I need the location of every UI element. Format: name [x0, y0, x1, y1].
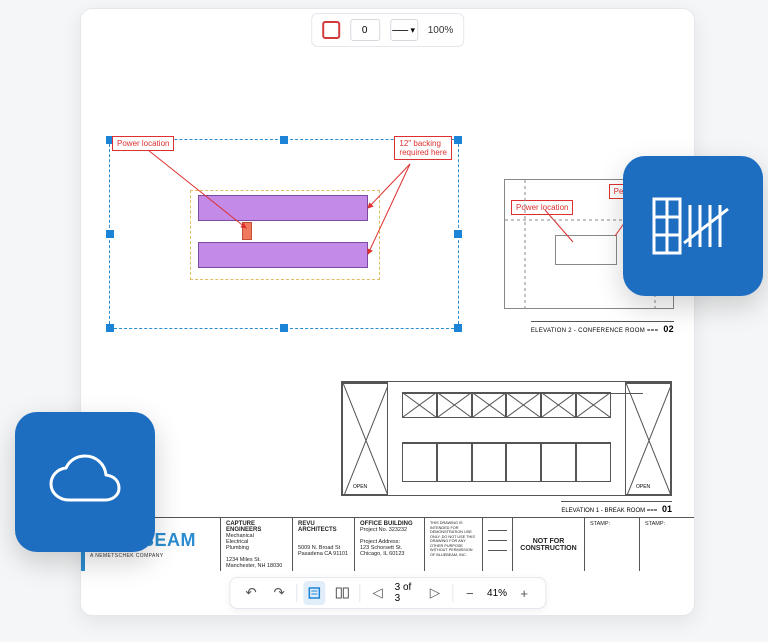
brand-subtitle: A NEMETSCHEK COMPANY: [90, 553, 163, 559]
selection-bounds[interactable]: Power location 12" backing required here: [109, 139, 459, 329]
markup-rect[interactable]: [198, 242, 368, 268]
cloud-icon: [45, 454, 125, 510]
callout-mini-power: Power location: [511, 200, 573, 215]
color-swatch[interactable]: [322, 21, 340, 39]
tally-grid-icon: [652, 191, 734, 261]
view-multi-button[interactable]: [331, 581, 353, 605]
callout-backing[interactable]: 12" backing required here: [394, 136, 452, 160]
next-page-button[interactable]: ▷: [424, 581, 446, 605]
elevation-caption-right: ELEVATION 2 - CONFERENCE ROOM === 02: [531, 321, 674, 334]
title-block: BLUEBEAM A NEMETSCHEK COMPANY CAPTURE EN…: [81, 517, 694, 571]
resize-handle[interactable]: [280, 324, 288, 332]
prev-page-button[interactable]: ◁: [366, 581, 388, 605]
line-style-dropdown[interactable]: ▾: [390, 19, 418, 41]
markup-outlet[interactable]: [242, 222, 252, 240]
separator: [359, 584, 360, 602]
door-open-label: OPEN: [636, 484, 650, 490]
zoom-label: 100%: [428, 25, 454, 36]
resize-handle[interactable]: [106, 230, 114, 238]
page-indicator: 3 of 3: [395, 582, 418, 604]
view-single-button[interactable]: [303, 581, 325, 605]
door-open-label: OPEN: [353, 484, 367, 490]
app-window: ▾ 100% Power location 12" backing requir…: [80, 8, 695, 616]
undo-button[interactable]: ↶: [240, 581, 262, 605]
count-feature-card[interactable]: [623, 156, 763, 296]
callout-power[interactable]: Power location: [112, 136, 174, 151]
markup-toolbar: ▾ 100%: [311, 13, 465, 47]
separator: [296, 584, 297, 602]
resize-handle[interactable]: [454, 136, 462, 144]
redo-button[interactable]: ↷: [268, 581, 290, 605]
stroke-width-input[interactable]: [350, 19, 380, 41]
elevation-break-room: OPEN OPEN: [341, 381, 672, 496]
drawing-canvas[interactable]: Power location 12" backing required here…: [81, 49, 694, 571]
zoom-out-button[interactable]: −: [459, 581, 481, 605]
zoom-indicator: 41%: [487, 588, 507, 599]
separator: [452, 584, 453, 602]
page-nav-bar: ↶ ↷ ◁ 3 of 3 ▷ − 41% +: [229, 577, 546, 609]
resize-handle[interactable]: [280, 136, 288, 144]
cloud-feature-card[interactable]: [15, 412, 155, 552]
markup-rect[interactable]: [198, 195, 368, 221]
zoom-in-button[interactable]: +: [513, 581, 535, 605]
resize-handle[interactable]: [106, 324, 114, 332]
construction-status: NOT FOR CONSTRUCTION: [513, 518, 585, 571]
elevation-caption-lower: ELEVATION 1 - BREAK ROOM === 01: [561, 501, 672, 514]
resize-handle[interactable]: [454, 324, 462, 332]
resize-handle[interactable]: [454, 230, 462, 238]
